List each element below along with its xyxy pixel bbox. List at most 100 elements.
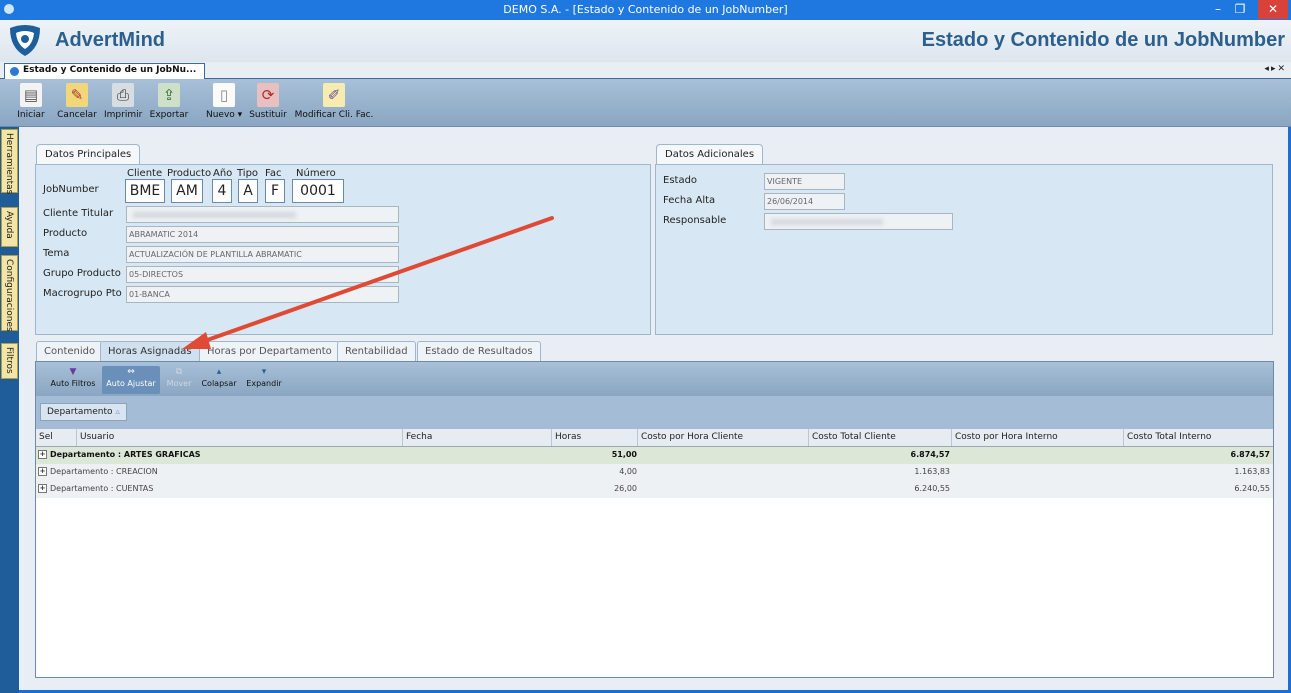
column-usuario[interactable]: Usuario <box>77 429 403 446</box>
main-content: Datos Principales Cliente Producto Año T… <box>19 127 1288 690</box>
cancelar-button[interactable]: ✎ Cancelar <box>56 81 98 125</box>
jobnumber-label: JobNumber <box>43 184 99 195</box>
macrogrupo-pto-label: Macrogrupo Pto <box>43 288 122 299</box>
table-row[interactable]: + Departamento : CUENTAS 26,00 6.240,55 … <box>36 481 1273 498</box>
document-tab-icon <box>10 67 19 76</box>
jobnumber-cliente-field[interactable]: BME <box>125 179 165 203</box>
cliente-titular-field[interactable] <box>126 206 399 223</box>
export-icon: ⇪ <box>158 83 180 107</box>
estado-label: Estado <box>663 175 698 186</box>
job-header-numero: Número <box>296 168 336 179</box>
window-title: DEMO S.A. - [Estado y Contenido de un Jo… <box>503 3 788 16</box>
column-sel[interactable]: Sel <box>36 429 77 446</box>
grid-header: Sel Usuario Fecha Horas Costo por Hora C… <box>36 429 1273 447</box>
replace-icon: ⟳ <box>257 83 279 107</box>
brand-name: AdvertMind <box>55 29 165 51</box>
rail-tab-ayuda[interactable]: Ayuda <box>1 207 18 247</box>
grupo-producto-label: Grupo Producto <box>43 268 121 279</box>
tab-estado-de-resultados[interactable]: Estado de Resultados <box>417 341 541 361</box>
tab-rentabilidad[interactable]: Rentabilidad <box>337 341 416 361</box>
colapsar-button[interactable]: ▴ Colapsar <box>199 366 239 394</box>
collapse-icon: ▴ <box>216 367 222 377</box>
rail-tab-herramientas[interactable]: Herramientas <box>1 129 18 194</box>
column-costo-por-hora-cliente[interactable]: Costo por Hora Cliente <box>638 429 809 446</box>
document-tab[interactable]: Estado y Contenido de un JobNu... <box>4 63 206 79</box>
document-tab-label: Estado y Contenido de un JobNu... <box>23 65 197 75</box>
minimize-button[interactable]: – <box>1208 0 1228 19</box>
sort-ascending-icon: ▵ <box>115 407 120 417</box>
table-row[interactable]: + Departamento : CREACION 4,00 1.163,83 … <box>36 464 1273 481</box>
sustituir-button[interactable]: ⟳ Sustituir <box>248 81 288 125</box>
jobnumber-tipo-field[interactable]: A <box>238 179 258 203</box>
tema-field[interactable]: ACTUALIZACIÓN DE PLANTILLA ABRAMATIC <box>126 246 399 263</box>
mover-button[interactable]: ⧉ Mover <box>164 366 194 394</box>
jobnumber-ano-field[interactable]: 4 <box>212 179 232 203</box>
tab-horas-por-departamento[interactable]: Horas por Departamento <box>199 341 340 361</box>
datos-adicionales-tab: Datos Adicionales <box>656 144 764 165</box>
app-header: AdvertMind Estado y Contenido de un JobN… <box>0 20 1291 62</box>
fecha-alta-label: Fecha Alta <box>663 195 716 206</box>
producto-label: Producto <box>43 228 88 239</box>
job-header-ano: Año <box>213 168 233 179</box>
jobnumber-numero-field[interactable]: 0001 <box>292 179 344 203</box>
exportar-button[interactable]: ⇪ Exportar <box>148 81 190 125</box>
expand-icon: ▾ <box>261 367 267 377</box>
estado-field[interactable]: VIGENTE <box>764 173 845 190</box>
printer-icon: ⎙ <box>112 83 134 107</box>
producto-field[interactable]: ABRAMATIC 2014 <box>126 226 399 243</box>
tema-label: Tema <box>43 248 70 259</box>
auto-ajustar-button[interactable]: ⇔ Auto Ajustar <box>102 366 160 394</box>
group-by-area: Departamento ▵ <box>36 396 1273 429</box>
main-toolbar: ▤ Iniciar ✎ Cancelar ⎙ Imprimir ⇪ Export… <box>0 79 1291 127</box>
iniciar-button[interactable]: ▤ Iniciar <box>14 81 48 125</box>
column-costo-total-interno[interactable]: Costo Total Interno <box>1124 429 1273 446</box>
rail-tab-configuraciones[interactable]: Configuraciones <box>1 255 18 332</box>
responsable-field[interactable] <box>764 213 953 230</box>
tab-contenido[interactable]: Contenido <box>36 341 104 361</box>
column-horas[interactable]: Horas <box>552 429 638 446</box>
side-rail: Herramientas Ayuda Configuraciones Filtr… <box>0 127 19 693</box>
horas-asignadas-panel: ▼ Auto Filtros ⇔ Auto Ajustar ⧉ Mover ▴ … <box>35 361 1274 678</box>
new-document-icon: ▯ <box>213 83 235 107</box>
jobnumber-producto-field[interactable]: AM <box>171 179 203 203</box>
rail-tab-filtros[interactable]: Filtros <box>1 343 18 379</box>
datos-adicionales-panel: Estado VIGENTE Fecha Alta 26/06/2014 Res… <box>655 164 1273 335</box>
expandir-button[interactable]: ▾ Expandir <box>244 366 284 394</box>
modificar-cli-fac-button[interactable]: ✐ Modificar Cli. Fac. <box>294 81 374 125</box>
column-fecha[interactable]: Fecha <box>403 429 552 446</box>
cliente-titular-label: Cliente Titular <box>43 208 114 219</box>
tab-horas-asignadas[interactable]: Horas Asignadas <box>100 341 200 361</box>
jobnumber-fac-field[interactable]: F <box>265 179 285 203</box>
macrogrupo-pto-field[interactable]: 01-BANCA <box>126 286 399 303</box>
expand-row-button[interactable]: + <box>38 484 47 493</box>
start-icon: ▤ <box>20 83 42 107</box>
group-by-departamento-chip[interactable]: Departamento ▵ <box>40 403 127 421</box>
datos-principales-tab: Datos Principales <box>36 144 141 165</box>
imprimir-button[interactable]: ⎙ Imprimir <box>104 81 142 125</box>
maximize-button[interactable]: ❐ <box>1230 0 1250 19</box>
column-costo-total-cliente[interactable]: Costo Total Cliente <box>809 429 952 446</box>
expand-row-button[interactable]: + <box>38 467 47 476</box>
window-title-bar: DEMO S.A. - [Estado y Contenido de un Jo… <box>0 0 1291 20</box>
fecha-alta-field[interactable]: 26/06/2014 <box>764 193 845 210</box>
move-icon: ⧉ <box>175 367 183 377</box>
tab-strip-controls[interactable]: ◂▸✕ <box>1264 64 1287 74</box>
advertmind-logo-icon <box>10 25 40 56</box>
expand-row-button[interactable]: + <box>38 450 47 459</box>
close-button[interactable]: ✕ <box>1258 0 1288 19</box>
auto-filtros-button[interactable]: ▼ Auto Filtros <box>48 366 98 394</box>
job-header-producto: Producto <box>167 168 212 179</box>
datos-principales-panel: Cliente Producto Año Tipo Fac Número Job… <box>35 164 651 335</box>
filter-icon: ▼ <box>69 367 77 377</box>
fit-columns-icon: ⇔ <box>127 367 135 377</box>
edit-icon: ✐ <box>323 83 345 107</box>
nuevo-button[interactable]: ▯ Nuevo ▾ <box>206 81 242 125</box>
screen-title: Estado y Contenido de un JobNumber <box>921 29 1285 51</box>
job-header-cliente: Cliente <box>127 168 163 179</box>
job-header-tipo: Tipo <box>237 168 259 179</box>
column-costo-por-hora-interno[interactable]: Costo por Hora Interno <box>952 429 1124 446</box>
grupo-producto-field[interactable]: 05-DIRECTOS <box>126 266 399 283</box>
cancel-icon: ✎ <box>66 83 88 107</box>
grid-toolbar: ▼ Auto Filtros ⇔ Auto Ajustar ⧉ Mover ▴ … <box>36 362 1273 396</box>
table-row[interactable]: + Departamento : ARTES GRAFICAS 51,00 6.… <box>36 447 1273 464</box>
